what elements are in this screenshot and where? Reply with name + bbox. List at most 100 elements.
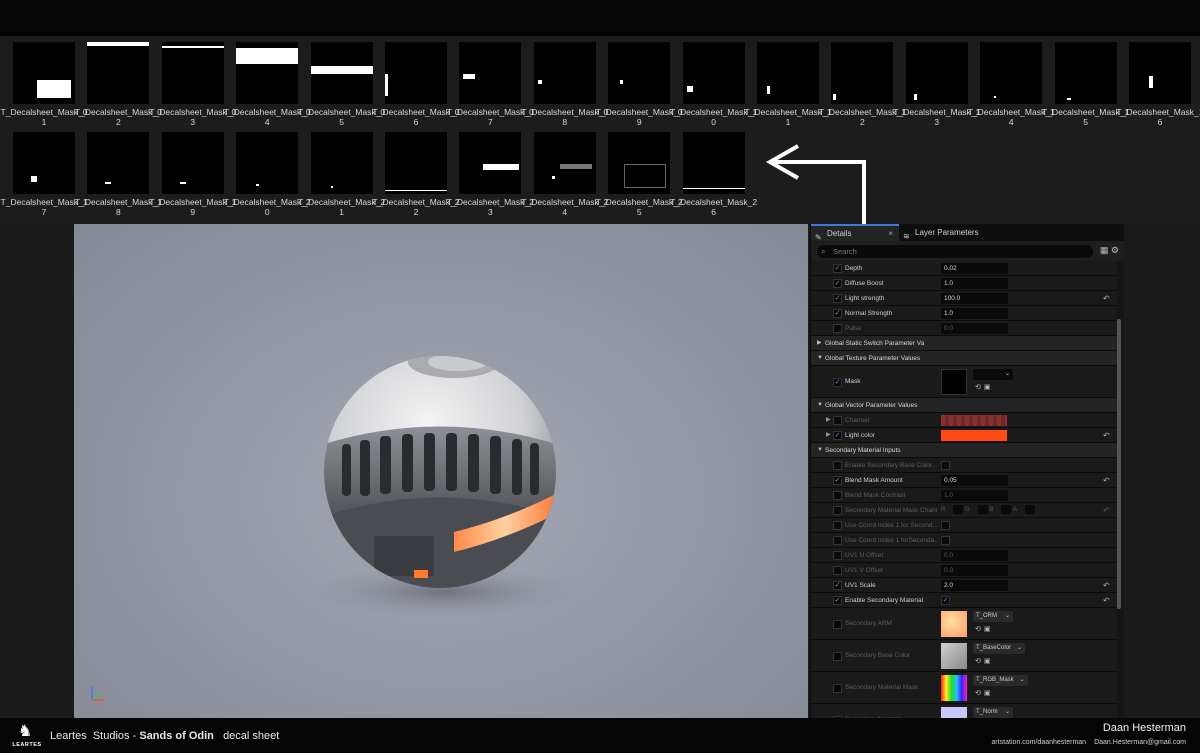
param-checkbox[interactable]: ✓	[833, 264, 842, 273]
reset-icon[interactable]: ↶	[1103, 503, 1110, 518]
param-checkbox[interactable]: ✓	[833, 279, 842, 288]
texture-thumbnail[interactable]: T_Decalsheet_Mask_03	[149, 36, 236, 127]
param-checkbox[interactable]: ✓	[833, 581, 842, 590]
value-checkbox[interactable]	[941, 536, 950, 545]
mask-texture-thumbnail[interactable]	[941, 675, 967, 701]
param-checkbox[interactable]	[833, 491, 842, 500]
reset-icon[interactable]: ↶	[1103, 578, 1110, 593]
browse-icons[interactable]: ⟲▣	[975, 625, 993, 633]
param-value-input[interactable]: 1.0	[941, 490, 1008, 501]
texture-thumbnail[interactable]: T_Decalsheet_Mask_15	[1042, 36, 1129, 127]
expand-arrow-icon[interactable]: ▶	[826, 413, 831, 428]
material-preview-viewport[interactable]	[74, 224, 808, 718]
texture-thumbnail[interactable]: T_Decalsheet_Mask_26	[670, 126, 757, 217]
reset-icon[interactable]: ↶	[1103, 291, 1110, 306]
param-checkbox[interactable]	[833, 536, 842, 545]
texture-dropdown[interactable]: T_Norm ⌄	[973, 707, 1013, 718]
base-color-texture-thumbnail[interactable]	[941, 643, 967, 669]
mask-shape	[559, 164, 592, 169]
param-value-input[interactable]: 1.0	[941, 278, 1008, 289]
texture-thumbnail[interactable]: T_Decalsheet_Mask_20	[223, 126, 311, 217]
mask-texture-thumbnail[interactable]	[941, 369, 967, 395]
param-checkbox[interactable]: ✓	[833, 294, 842, 303]
browse-icons[interactable]: ⟲▣	[975, 689, 993, 697]
leartes-logo: ♞ LEARTES	[12, 723, 42, 748]
color-swatch[interactable]	[941, 415, 1007, 426]
param-checkbox[interactable]	[833, 416, 842, 425]
texture-thumbnail[interactable]: T_Decalsheet_Mask_24	[521, 126, 608, 217]
texture-thumbnail[interactable]: T_Decalsheet_Mask_16	[1116, 36, 1200, 127]
param-checkbox[interactable]: ✓	[833, 596, 842, 605]
param-checkbox[interactable]	[833, 521, 842, 530]
texture-thumbnail[interactable]: T_Decalsheet_Mask_08	[521, 36, 608, 127]
browse-icons[interactable]: ⟲▣	[975, 383, 993, 391]
value-checkbox[interactable]: ✓	[941, 596, 950, 605]
texture-thumbnail[interactable]: T_Decalsheet_Mask_01	[0, 36, 87, 127]
browse-icons[interactable]: ⟲▣	[975, 657, 993, 665]
arm-texture-thumbnail[interactable]	[941, 611, 967, 637]
param-checkbox[interactable]	[833, 324, 842, 333]
close-icon[interactable]: ×	[888, 226, 893, 241]
param-checkbox[interactable]	[833, 652, 842, 661]
texture-thumbnail[interactable]: T_Decalsheet_Mask_06	[372, 36, 459, 127]
param-value-input[interactable]: 0.02	[941, 263, 1008, 274]
param-checkbox[interactable]: ✓	[833, 378, 842, 387]
reset-icon[interactable]: ↶	[1103, 593, 1110, 608]
param-checkbox[interactable]	[833, 506, 842, 515]
texture-thumbnail[interactable]: T_Decalsheet_Mask_09	[595, 36, 683, 127]
value-checkbox[interactable]	[941, 461, 950, 470]
texture-thumbnail[interactable]: T_Decalsheet_Mask_04	[223, 36, 311, 127]
param-value-input[interactable]: 0.0	[941, 565, 1008, 576]
param-checkbox[interactable]: ✓	[833, 476, 842, 485]
tab-details[interactable]: ✎ Details ×	[811, 224, 899, 242]
channel-toggles[interactable]: R G B A	[941, 505, 1036, 516]
param-checkbox[interactable]	[833, 684, 842, 693]
texture-thumbnail[interactable]: T_Decalsheet_Mask_05	[298, 36, 385, 127]
tab-layer-parameters[interactable]: ≋ Layer Parameters	[899, 224, 999, 241]
scrollbar[interactable]	[1117, 319, 1121, 609]
param-value-input[interactable]: 100.0	[941, 293, 1008, 304]
texture-thumbnail[interactable]: T_Decalsheet_Mask_12	[818, 36, 906, 127]
texture-thumbnail[interactable]: T_Decalsheet_Mask_23	[446, 126, 534, 217]
normals-texture-thumbnail[interactable]	[941, 707, 967, 718]
section-secondary-inputs[interactable]: ▼ Secondary Material Inputs	[811, 443, 1117, 458]
param-checkbox[interactable]: ✓	[833, 309, 842, 318]
gear-icon[interactable]: ⚙	[1111, 245, 1119, 255]
texture-thumbnail[interactable]: T_Decalsheet_Mask_02	[74, 36, 162, 127]
param-value-input[interactable]: 0.05	[941, 475, 1008, 486]
param-value-input[interactable]: 1.0	[941, 308, 1008, 319]
param-value-input[interactable]: 2.0	[941, 580, 1008, 591]
param-checkbox[interactable]	[833, 461, 842, 470]
texture-thumbnail[interactable]: T_Decalsheet_Mask_18	[74, 126, 162, 217]
texture-thumbnail[interactable]: T_Decalsheet_Mask_17	[0, 126, 87, 217]
texture-thumbnail[interactable]: T_Decalsheet_Mask_14	[967, 36, 1055, 127]
reset-icon[interactable]: ↶	[1103, 473, 1110, 488]
value-checkbox[interactable]	[941, 521, 950, 530]
texture-thumbnail[interactable]: T_Decalsheet_Mask_07	[446, 36, 534, 127]
light-color-swatch[interactable]	[941, 430, 1007, 441]
param-checkbox[interactable]: ✓	[833, 431, 842, 440]
texture-thumbnail[interactable]: T_Decalsheet_Mask_11	[744, 36, 831, 127]
reset-icon[interactable]: ↶	[1103, 428, 1110, 443]
texture-thumbnail[interactable]: T_Decalsheet_Mask_10	[670, 36, 757, 127]
param-value-input[interactable]: 0.0	[941, 323, 1008, 334]
grid-view-icon[interactable]: ▦	[1100, 245, 1109, 255]
section-static-switch[interactable]: ▶ Global Static Switch Parameter Va	[811, 336, 1117, 351]
param-value-input[interactable]: 0.0	[941, 550, 1008, 561]
texture-thumbnail[interactable]: T_Decalsheet_Mask_21	[298, 126, 385, 217]
texture-thumbnail[interactable]: T_Decalsheet_Mask_25	[595, 126, 683, 217]
texture-thumbnail[interactable]: T_Decalsheet_Mask_22	[372, 126, 459, 217]
expand-arrow-icon[interactable]: ▶	[826, 428, 831, 443]
texture-dropdown[interactable]: ⌄	[973, 369, 1013, 380]
texture-dropdown[interactable]: T_BaseColor ⌄	[973, 643, 1026, 654]
section-vector-params[interactable]: ▼ Global Vector Parameter Values	[811, 398, 1117, 413]
section-texture-params[interactable]: ▼ Global Texture Parameter Values	[811, 351, 1117, 366]
texture-thumbnail[interactable]: T_Decalsheet_Mask_13	[893, 36, 980, 127]
texture-dropdown[interactable]: T_RGB_Mask ⌄	[973, 675, 1028, 686]
param-checkbox[interactable]	[833, 566, 842, 575]
search-input[interactable]: ⌕ Search	[817, 245, 1093, 258]
param-checkbox[interactable]	[833, 551, 842, 560]
param-checkbox[interactable]	[833, 620, 842, 629]
texture-dropdown[interactable]: T_ORM ⌄	[973, 611, 1013, 622]
texture-thumbnail[interactable]: T_Decalsheet_Mask_19	[149, 126, 236, 217]
